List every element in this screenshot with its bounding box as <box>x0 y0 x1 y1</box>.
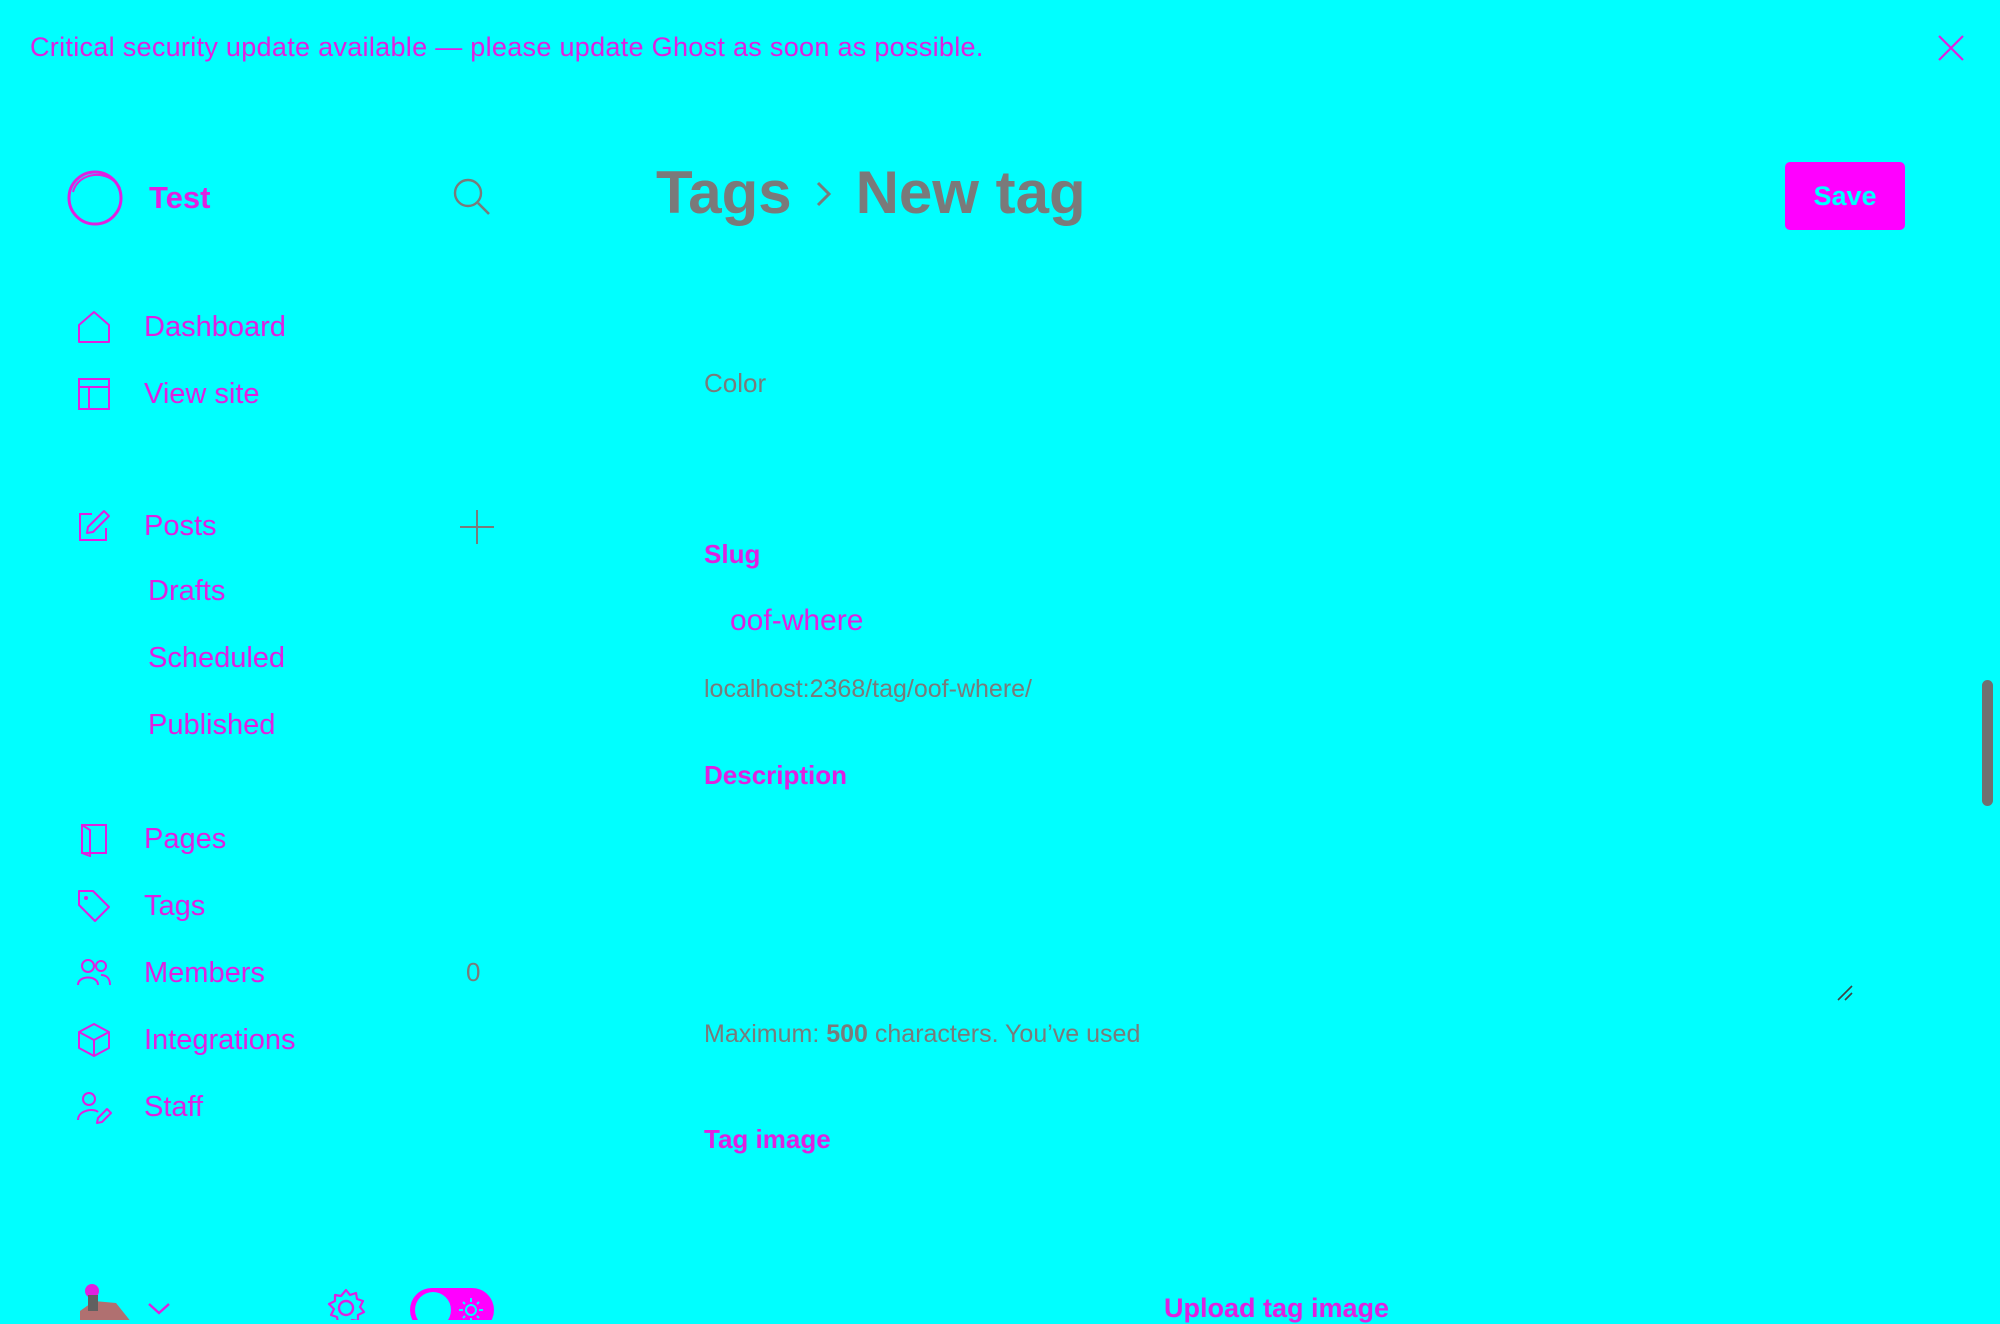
slug-label: Slug <box>704 539 761 569</box>
chevron-down-icon[interactable] <box>146 1300 172 1318</box>
color-label: Color <box>704 368 767 398</box>
sidebar-item-view-site[interactable]: View site <box>76 372 260 416</box>
sidebar-item-members[interactable]: Members <box>76 951 265 995</box>
home-icon <box>76 309 112 345</box>
layout-icon <box>76 376 112 412</box>
sidebar-item-integrations[interactable]: Integrations <box>76 1018 296 1062</box>
avatar[interactable] <box>76 1281 132 1320</box>
slug-input[interactable] <box>704 596 1906 646</box>
box-icon <box>76 1022 112 1058</box>
description-hint: Maximum: 500 characters. You’ve used <box>704 1020 1140 1049</box>
close-icon[interactable] <box>1935 32 1967 64</box>
breadcrumb: Tags New tag <box>656 158 1086 227</box>
sidebar-subitem-published[interactable]: Published <box>148 709 275 742</box>
chevron-right-icon <box>810 173 838 213</box>
description-hint-max: 500 <box>826 1020 868 1048</box>
gear-icon[interactable] <box>325 1287 367 1320</box>
tag-icon <box>76 888 112 924</box>
sidebar-item-label: View site <box>144 377 260 410</box>
search-icon[interactable] <box>452 177 492 217</box>
tag-image-label: Tag image <box>704 1124 831 1154</box>
description-textarea[interactable] <box>704 800 1858 1004</box>
sidebar-item-label: Staff <box>144 1090 204 1123</box>
slug-url-preview: localhost:2368/tag/oof-where/ <box>704 675 1032 703</box>
description-label: Description <box>704 760 848 790</box>
staff-icon <box>76 1089 112 1125</box>
sidebar-item-label: Integrations <box>144 1023 296 1056</box>
page-title: New tag <box>855 159 1086 226</box>
description-hint-suffix: characters. You’ve used <box>867 1020 1141 1048</box>
sidebar-item-label: Posts <box>144 509 217 542</box>
sidebar-item-posts[interactable]: Posts <box>76 504 217 548</box>
sidebar-item-pages[interactable]: Pages <box>76 817 226 861</box>
sidebar-subitem-drafts[interactable]: Drafts <box>148 575 225 608</box>
description-hint-prefix: Maximum: <box>704 1020 827 1048</box>
pages-icon <box>76 821 112 857</box>
sidebar-item-label: Dashboard <box>144 310 286 343</box>
site-logo-icon[interactable] <box>64 166 126 228</box>
breadcrumb-tags-link[interactable]: Tags <box>656 158 792 227</box>
sidebar-item-label: Pages <box>144 822 227 855</box>
members-icon <box>76 955 112 991</box>
upload-tag-image-button[interactable]: Upload tag image <box>1164 1293 1389 1324</box>
theme-toggle[interactable] <box>409 1285 495 1320</box>
members-count: 0 <box>466 957 481 987</box>
sidebar-item-tags[interactable]: Tags <box>76 884 205 928</box>
site-title[interactable]: Test <box>149 180 210 216</box>
save-button[interactable]: Save <box>1785 162 1905 230</box>
security-update-banner: Critical security update available — ple… <box>30 32 984 62</box>
scrollbar-thumb[interactable] <box>1982 680 1993 806</box>
add-post-icon[interactable] <box>458 508 496 546</box>
sidebar-item-staff[interactable]: Staff <box>76 1085 203 1129</box>
sidebar-item-label: Members <box>144 956 265 989</box>
sidebar-subitem-scheduled[interactable]: Scheduled <box>148 642 285 675</box>
sidebar-item-dashboard[interactable]: Dashboard <box>76 305 286 349</box>
edit-icon <box>76 508 112 544</box>
resize-handle-icon[interactable] <box>1836 984 1854 1002</box>
sidebar-item-label: Tags <box>144 889 206 922</box>
